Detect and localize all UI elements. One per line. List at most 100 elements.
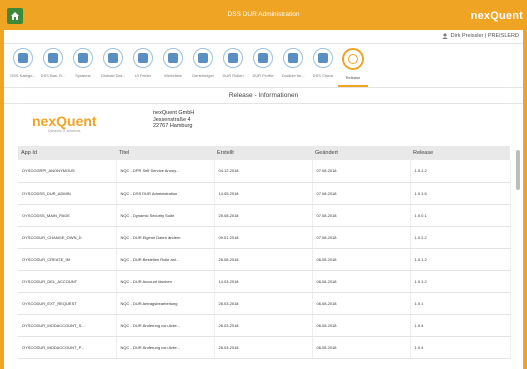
table-row[interactable]: OYSCODUR_DEL_ACCOUNT NQC - DUR Account lö… [18,270,511,293]
table-cell: NQC - Dynamic Security Suite [116,204,215,227]
toolbar-icon-circle [253,48,273,68]
brand-logo: nexQuent [470,10,523,22]
toolbar-item[interactable]: UI Felder [128,44,158,87]
toolbar-icon-circle [223,48,243,68]
toolbar-item[interactable]: DSS Katego... [8,44,38,87]
table-cell: OYSCODUR_DEL_ACCOUNT [18,270,117,293]
toolbar-item[interactable]: DUR Rollen [218,44,248,87]
form-icon [138,53,148,63]
user-icon [442,33,448,39]
table-row[interactable]: OYSCODUR_CREATE_IM NQC - DUR Bestellen Ro… [18,248,511,271]
scrollbar-thumb[interactable] [516,150,520,190]
main-content: Dirk Preissler | PREISLERD DSS Katego...… [4,30,523,369]
list-icon [228,53,238,63]
table-cell: 26.03.2018 [214,314,313,337]
table-row[interactable]: OYSCODUR_MODACCOUNT_S... NQC - DUR Änderu… [18,314,511,337]
table-row[interactable]: OYSCOGRPI_ANONYMOUS NQC - DPR Self Servic… [18,160,511,183]
company-name: nexQuent GmbH [153,110,195,116]
table-cell: 06.08.2018 [312,336,411,359]
toolbar-item-label: Werteliste [164,73,182,78]
column-header-app-id[interactable]: App Id [18,146,116,160]
checklist-icon [318,53,328,63]
toolbar-icon-circle [13,48,33,68]
phone-icon [78,53,88,63]
table-cell: OYSCODUR_CHANGE_OWN_D [18,226,117,249]
table-cell: 1.0.0.1 [410,204,511,227]
table-cell: NQC - DUR Bestellen Rolle anl... [116,248,215,271]
table-cell: 26.03.2018 [214,336,313,359]
toolbar-icon-circle [283,48,303,68]
toolbar-item[interactable]: DSS Check [308,44,338,87]
table-cell: NQC - DUR Antragsbearbeitung [116,292,215,315]
scrollbar[interactable] [516,148,520,369]
table-row[interactable]: OYSCODUR_EXT_REQUEST NQC - DUR Antragsbea… [18,292,511,315]
table-header-row: App Id Titel Erstellt Geändert Release [18,146,510,160]
table-cell: 07.08.2018 [312,226,411,249]
table-cell: 26.08.2018 [214,248,313,271]
column-header-changed[interactable]: Geändert [312,146,410,160]
toolbar-item[interactable]: Genehmiger [188,44,218,87]
table-cell: 1.0.1.2 [410,248,511,271]
table-cell: 06.08.2018 [312,314,411,337]
toolbar-icon-circle [73,48,93,68]
toolbar-icon-circle [43,48,63,68]
table-cell: 07.08.2018 [312,182,411,205]
table-cell: 25.08.2018 [214,204,313,227]
user-name: Dirk Preissler | PREISLERD [450,33,519,39]
table-cell: OYSCODUR_MODACCOUNT_S... [18,314,117,337]
toolbar-item-label: DUR Profile [252,73,274,78]
table-cell: 1.0.1.2 [410,160,511,183]
toolbar-item-label: Release [345,75,361,80]
user-menu[interactable]: Dirk Preissler | PREISLERD [442,33,519,39]
refresh-icon [108,53,118,63]
toolbar-item[interactable]: Werteliste [158,44,188,87]
toolbar-item-label: DSS Bas..R... [40,73,66,78]
toolbar-item[interactable]: Systeme [68,44,98,87]
company-logo-subtitle: Dynamic IT solutions [48,129,81,133]
table-row[interactable]: OYSCODSS_DUR_ADMIN NQC - DSS DUR Administ… [18,182,511,205]
table-cell: 1.0.4 [410,314,511,337]
table-cell: 1.0.1.6 [410,182,511,205]
toolbar-item[interactable]: DSS Bas..R... [38,44,68,87]
company-city: 22767 Hamburg [153,123,193,129]
table-cell: 1.0.2.2 [410,226,511,249]
table-cell: 09.01.2018 [214,226,313,249]
copy-icon [168,53,178,63]
toolbar-item-label: Systeme [75,73,91,78]
column-header-title[interactable]: Titel [116,146,214,160]
toolbar-item[interactable]: Globale Dat... [98,44,128,87]
company-logo: nexQuent [32,113,97,129]
toolbar-item[interactable]: Release [338,44,368,87]
table-cell: OYSCODUR_CREATE_IM [18,248,117,271]
table-row[interactable]: OYSCODUR_MODACCOUNT_P... NQC - DUR Änderu… [18,336,511,359]
list-icon [258,53,268,63]
toolbar: DSS Katego... DSS Bas..R... Systeme Globale… [4,44,523,88]
release-table: App Id Titel Erstellt Geändert Release O… [18,146,511,359]
table-cell: NQC - DPR Self Service Anony... [116,160,215,183]
table-row[interactable]: OYSCODSS_MAIN_PAGE NQC - Dynamic Security… [18,204,511,227]
column-header-release[interactable]: Release [410,146,510,160]
toolbar-item-label: Globale Dat... [100,73,126,78]
toolbar-item-label: DUR Rollen [222,73,244,78]
table-cell: OYSCOGRPI_ANONYMOUS [18,160,117,183]
column-header-created[interactable]: Erstellt [214,146,312,160]
table-body: OYSCOGRPI_ANONYMOUS NQC - DPR Self Servic… [18,160,511,359]
app-title: DSS DUR Administration [227,11,300,18]
toolbar-item[interactable]: Zusätze für... [278,44,308,87]
section-title: Release - Informationen [4,88,523,104]
toolbar-icon-circle [163,48,183,68]
table-row[interactable]: OYSCODUR_CHANGE_OWN_D NQC - DUR Eigene Da… [18,226,511,249]
table-cell: OYSCODSS_DUR_ADMIN [18,182,117,205]
table-cell: 14.05.2018 [214,182,313,205]
company-address: nexQuent GmbH Jessenstraße 4 22767 Hambu… [153,110,194,130]
table-cell: 07.08.2018 [312,204,411,227]
table-cell: NQC - DUR Änderung von Ante... [116,336,215,359]
table-cell: 06.08.2018 [312,270,411,293]
app-frame: DSS DUR Administration nexQuent Dirk Pre… [0,0,527,369]
target-icon [18,53,28,63]
toolbar-item[interactable]: DUR Profile [248,44,278,87]
toolbar-item-label: Genehmiger [191,73,214,78]
table-cell: 14.03.2018 [214,270,313,293]
toolbar-item-label: DSS Check [312,73,334,78]
table-cell: 1.0.1.2 [410,270,511,293]
